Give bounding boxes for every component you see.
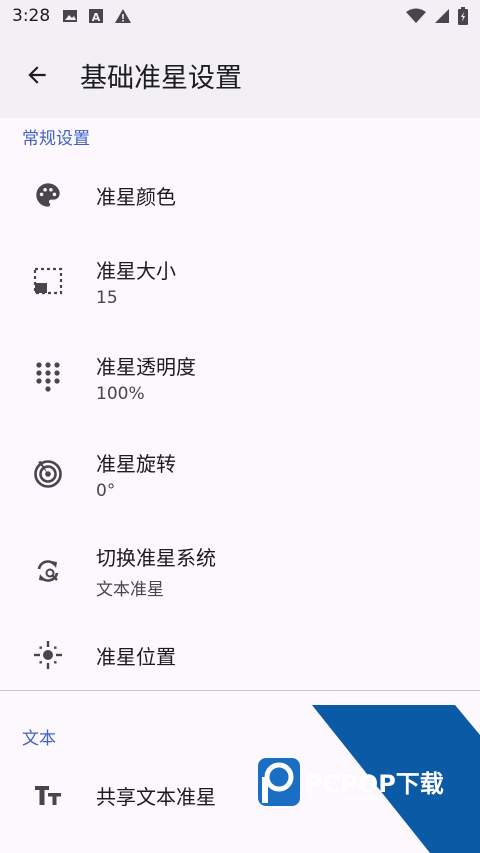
- section-divider: [0, 690, 480, 691]
- section-header-text: 文本: [22, 729, 56, 749]
- item-value: 文本准星: [96, 580, 164, 600]
- text-size-icon: [35, 786, 61, 805]
- setting-item-opacity[interactable]: 准星透明度 100%: [0, 344, 480, 410]
- svg-text:A: A: [92, 11, 101, 24]
- watermark-sub: PCPOP Download: [308, 793, 377, 802]
- status-time: 3:28: [12, 6, 51, 26]
- battery-icon: [458, 7, 468, 25]
- arrow-back-icon: [28, 66, 46, 84]
- item-title: 共享文本准星: [96, 784, 216, 809]
- font-a-icon: A: [89, 9, 104, 24]
- item-title: 准星大小: [96, 258, 176, 283]
- aspect-size-icon: [33, 267, 63, 295]
- warning-icon: [115, 9, 132, 23]
- item-title: 准星颜色: [96, 184, 176, 209]
- palette-icon: [36, 183, 60, 207]
- item-value: 15: [96, 287, 118, 308]
- setting-item-position[interactable]: 准星位置: [0, 622, 480, 688]
- setting-item-color[interactable]: 准星颜色: [0, 162, 480, 228]
- item-title: 切换准星系统: [96, 546, 216, 570]
- image-icon: [63, 10, 78, 22]
- status-bar: 3:28 A: [0, 0, 480, 32]
- item-value: 100%: [96, 383, 145, 404]
- page-title: 基础准星设置: [80, 62, 242, 94]
- switch-sync-icon: [37, 560, 59, 582]
- item-value: 0°: [96, 480, 116, 501]
- dial-dots-icon: [36, 362, 60, 392]
- app-bar: 基础准星设置: [0, 32, 480, 118]
- rotation-target-icon: [34, 460, 62, 488]
- item-title: 准星旋转: [96, 451, 176, 476]
- item-title: 准星透明度: [96, 354, 196, 379]
- setting-item-size[interactable]: 准星大小 15: [0, 248, 480, 314]
- setting-item-system[interactable]: 切换准星系统 文本准星: [0, 538, 480, 604]
- wifi-icon: [406, 8, 426, 23]
- position-crosshair-icon: [34, 641, 62, 669]
- back-button[interactable]: [12, 50, 62, 100]
- signal-icon: [435, 9, 449, 23]
- item-title: 准星位置: [96, 644, 176, 669]
- section-header-general: 常规设置: [22, 129, 90, 149]
- setting-item-rotation[interactable]: 准星旋转 0°: [0, 441, 480, 507]
